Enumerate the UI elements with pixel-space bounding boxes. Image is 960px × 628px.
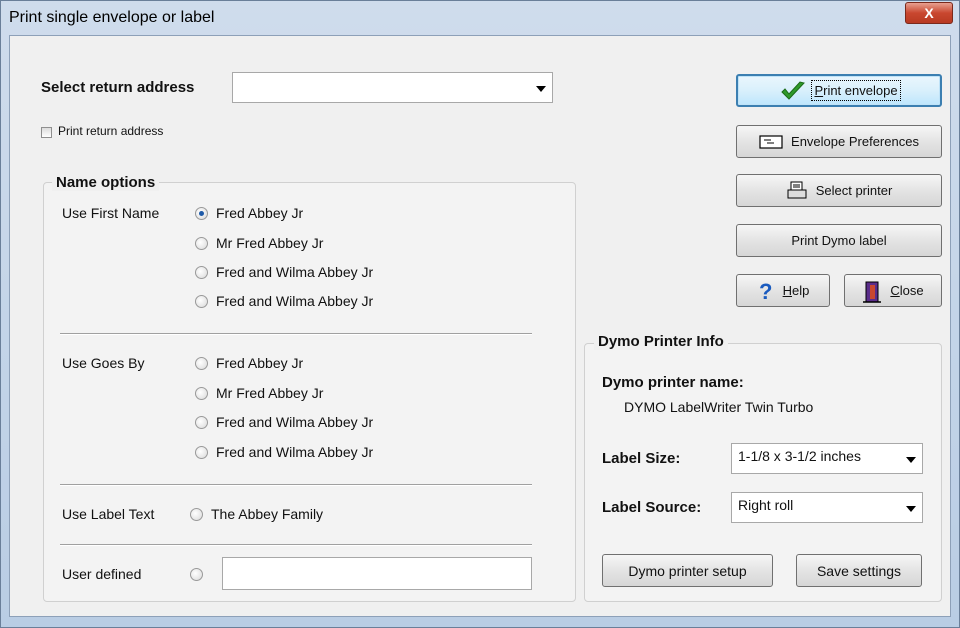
divider: [60, 484, 532, 486]
question-icon: ?: [759, 280, 772, 302]
envelope-preferences-label: Envelope Preferences: [791, 134, 919, 149]
help-button[interactable]: ? Help: [736, 274, 830, 307]
select-printer-label: Select printer: [815, 183, 893, 198]
check-icon: [781, 80, 806, 100]
save-settings-label: Save settings: [816, 562, 902, 579]
user-defined-label: User defined: [62, 566, 142, 582]
dymo-printer-setup-button[interactable]: Dymo printer setup: [602, 554, 773, 587]
close-label: Close: [890, 283, 924, 298]
goes-by-option-1: Fred Abbey Jr: [216, 355, 304, 371]
goes-by-option-3: Fred and Wilma Abbey Jr: [216, 414, 374, 430]
label-text-option: The Abbey Family: [211, 506, 324, 522]
first-name-radio-3[interactable]: [195, 266, 208, 279]
return-address-select[interactable]: [232, 72, 553, 103]
print-dymo-label-button[interactable]: Print Dymo label: [736, 224, 942, 257]
dymo-printer-setup-label: Dymo printer setup: [628, 562, 747, 579]
print-dymo-label-text: Print Dymo label: [791, 233, 887, 248]
first-name-radio-4[interactable]: [195, 295, 208, 308]
printer-icon: [787, 181, 807, 198]
first-name-option-3: Fred and Wilma Abbey Jr: [216, 264, 374, 280]
label-source-select[interactable]: Right roll: [731, 492, 923, 523]
print-return-address-checkbox[interactable]: [41, 127, 52, 138]
first-name-radio-2[interactable]: [195, 237, 208, 250]
label-source-label: Label Source:: [602, 499, 702, 516]
door-icon: [863, 281, 882, 303]
goes-by-radio-1[interactable]: [195, 357, 208, 370]
use-goes-by-label: Use Goes By: [62, 355, 145, 371]
goes-by-option-4: Fred and Wilma Abbey Jr: [216, 444, 374, 460]
goes-by-radio-3[interactable]: [195, 416, 208, 429]
print-envelope-button[interactable]: Print envelope: [736, 74, 942, 107]
select-printer-button[interactable]: Select printer: [736, 174, 942, 207]
envelope-preferences-button[interactable]: Envelope Preferences: [736, 125, 942, 158]
first-name-option-4: Fred and Wilma Abbey Jr: [216, 293, 374, 309]
close-button[interactable]: Close: [844, 274, 942, 307]
label-size-value: 1-1/8 x 3-1/2 inches: [738, 448, 861, 464]
name-options-title: Name options: [52, 174, 160, 191]
label-source-value: Right roll: [738, 497, 794, 513]
chevron-down-icon: [906, 456, 916, 463]
user-defined-input[interactable]: [222, 557, 532, 590]
chevron-down-icon: [906, 505, 916, 512]
label-size-select[interactable]: 1-1/8 x 3-1/2 inches: [731, 443, 923, 474]
divider: [60, 544, 532, 546]
dymo-printer-name-value: DYMO LabelWriter Twin Turbo: [624, 399, 814, 415]
first-name-radio-1[interactable]: [195, 207, 208, 220]
svg-text:?: ?: [759, 280, 772, 302]
user-defined-radio[interactable]: [190, 568, 203, 581]
window-title: Print single envelope or label: [9, 9, 215, 26]
chevron-down-icon: [536, 85, 546, 92]
divider: [60, 333, 532, 335]
goes-by-radio-2[interactable]: [195, 387, 208, 400]
goes-by-radio-4[interactable]: [195, 446, 208, 459]
help-label: Help: [782, 283, 810, 298]
envelope-icon: [759, 134, 783, 149]
print-return-address-label: Print return address: [58, 124, 164, 138]
return-address-label: Select return address: [41, 79, 195, 96]
save-settings-button[interactable]: Save settings: [796, 554, 922, 587]
dialog-window: Print single envelope or label X Select …: [0, 0, 960, 628]
title-bar[interactable]: Print single envelope or label X: [1, 1, 959, 35]
first-name-option-1: Fred Abbey Jr: [216, 205, 304, 221]
use-first-name-label: Use First Name: [62, 205, 160, 221]
dymo-printer-name-label: Dymo printer name:: [602, 374, 744, 391]
print-envelope-label: Print envelope: [811, 80, 901, 101]
dymo-printer-info-title: Dymo Printer Info: [594, 333, 728, 350]
label-text-radio[interactable]: [190, 508, 203, 521]
label-size-label: Label Size:: [602, 450, 681, 467]
dialog-client-area: Select return address Print return addre…: [9, 35, 951, 617]
window-close-button[interactable]: X: [905, 2, 953, 24]
first-name-option-2: Mr Fred Abbey Jr: [216, 235, 324, 251]
goes-by-option-2: Mr Fred Abbey Jr: [216, 385, 324, 401]
use-label-text-label: Use Label Text: [62, 506, 155, 522]
